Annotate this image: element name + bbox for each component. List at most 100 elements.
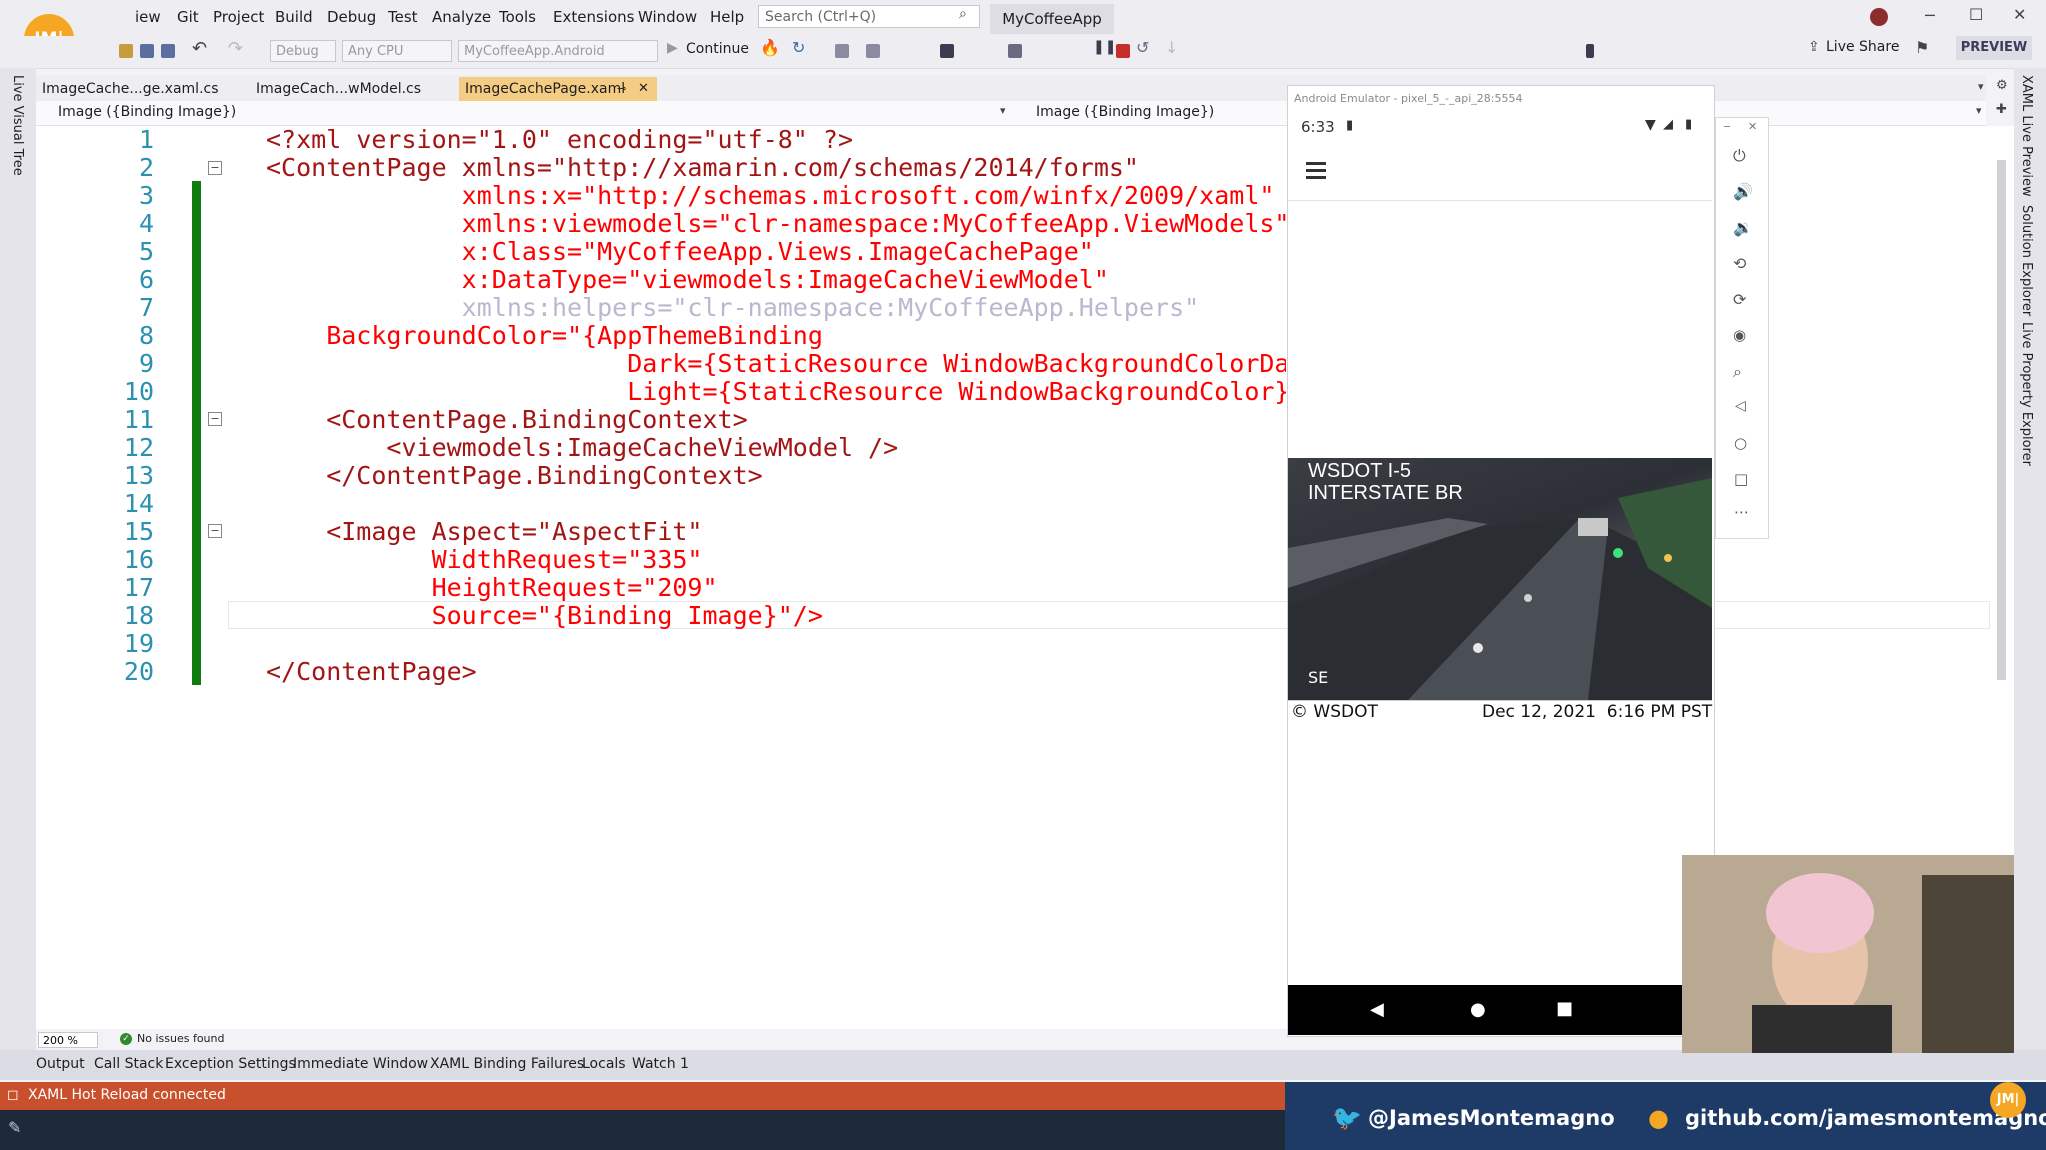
tab-watch-1[interactable]: Watch 1 — [632, 1056, 689, 1072]
editor-scrollbar[interactable] — [1997, 160, 2006, 680]
tab-imagecachepage-xaml[interactable]: ImageCachePage.xaml ⊸ ✕ — [459, 77, 657, 101]
feedback-icon[interactable]: ⚑ — [1915, 38, 1929, 57]
close-icon[interactable]: ✕ — [2013, 5, 2026, 24]
tab-locals[interactable]: Locals — [582, 1056, 626, 1072]
layout-icon[interactable] — [866, 44, 880, 58]
hot-reload-status[interactable]: XAML Hot Reload connected — [28, 1087, 226, 1103]
twitter-handle[interactable]: @JamesMontemagno — [1368, 1106, 1615, 1130]
hot-reload-icon[interactable]: 🔥 — [760, 38, 780, 57]
feedback-status-icon[interactable]: ✎ — [8, 1118, 21, 1137]
code-line[interactable]: 5 x:Class="MyCoffeeApp.Views.ImageCacheP… — [36, 238, 1286, 266]
menu-tools[interactable]: Tools — [499, 8, 536, 26]
live-share-icon[interactable]: ⇪ — [1808, 39, 1820, 55]
debug-window-icon[interactable] — [940, 44, 954, 58]
volume-down-icon[interactable]: 🔉 — [1733, 218, 1753, 237]
tab-immediate-window[interactable]: Immediate Window — [293, 1056, 428, 1072]
volume-up-icon[interactable]: 🔊 — [1733, 182, 1753, 201]
home-icon[interactable]: ● — [1470, 999, 1486, 1020]
close-icon[interactable]: ✕ — [1748, 120, 1757, 133]
menu-analyze[interactable]: Analyze — [432, 8, 491, 26]
zoom-icon[interactable]: ⌕ — [1733, 362, 1742, 382]
maximize-icon[interactable]: ☐ — [1969, 5, 1983, 24]
menu-extensions[interactable]: Extensions — [553, 8, 634, 26]
platform-select[interactable]: Any CPU — [342, 40, 452, 62]
startup-project-select[interactable]: MyCoffeeApp.Android — [458, 40, 658, 62]
live-visual-tree-tab[interactable]: Live Visual Tree — [10, 75, 25, 176]
stop-icon[interactable] — [1116, 44, 1130, 58]
preview-button[interactable]: PREVIEW — [1956, 36, 2032, 60]
zoom-select[interactable]: 200 % — [38, 1032, 98, 1048]
minimize-icon[interactable]: ─ — [1724, 122, 1730, 133]
menu-debug[interactable]: Debug — [327, 8, 376, 26]
search-input[interactable]: Search (Ctrl+Q) — [758, 5, 980, 28]
continue-button[interactable]: Continue — [686, 41, 749, 57]
element-selector-right[interactable]: Image ({Binding Image}) — [1036, 104, 1214, 120]
browser-link-icon[interactable] — [835, 44, 849, 58]
bookmark-icon[interactable] — [1586, 44, 1594, 58]
step-over-icon[interactable]: ↓ — [1165, 38, 1178, 57]
tab-exception-settings[interactable]: Exception Settings — [165, 1056, 296, 1072]
tab-xaml-binding-failures[interactable]: XAML Binding Failures — [430, 1056, 584, 1072]
menu-test[interactable]: Test — [388, 8, 418, 26]
rotate-right-icon[interactable]: ⟳ — [1733, 290, 1746, 309]
user-avatar-icon[interactable] — [1870, 8, 1888, 26]
home-icon[interactable]: ○ — [1734, 434, 1747, 452]
code-line[interactable]: 7 xmlns:helpers="clr-namespace:MyCoffeeA… — [36, 294, 1286, 322]
pin-icon[interactable]: ⊸ — [617, 77, 626, 101]
code-line[interactable]: 10 Light={StaticResource WindowBackgroun… — [36, 378, 1286, 406]
save-icon[interactable] — [140, 44, 154, 58]
menu-git[interactable]: Git — [177, 8, 199, 26]
minimize-icon[interactable]: ─ — [1925, 6, 1935, 25]
tab-overflow-icon[interactable]: ▾ — [1978, 80, 1984, 93]
continue-play-icon[interactable]: ▶ — [667, 40, 678, 56]
tab-call-stack[interactable]: Call Stack — [94, 1056, 163, 1072]
recents-icon[interactable]: ■ — [1556, 998, 1573, 1019]
overview-icon[interactable]: □ — [1734, 470, 1748, 488]
solution-explorer-tab[interactable]: Solution Explorer — [2019, 205, 2034, 316]
element-selector-left[interactable]: Image ({Binding Image}) — [58, 104, 236, 120]
code-line[interactable]: 15 <Image Aspect="AspectFit" — [36, 518, 1286, 546]
issues-status[interactable]: No issues found — [137, 1032, 224, 1045]
tab-imagecache-xaml-cs[interactable]: ImageCache...ge.xaml.cs — [36, 77, 246, 101]
code-line[interactable]: 18 Source="{Binding Image}"/> — [36, 602, 1286, 630]
chevron-down-icon[interactable]: ▾ — [1976, 104, 1982, 117]
back-icon[interactable]: ◁ — [1735, 398, 1746, 414]
restart-icon[interactable]: ↺ — [1136, 38, 1149, 57]
code-line[interactable]: 20 </ContentPage> — [36, 658, 1286, 686]
undo-icon[interactable]: ↶ — [192, 38, 207, 59]
back-icon[interactable]: ◀ — [1370, 999, 1384, 1020]
live-share-button[interactable]: Live Share — [1826, 39, 1899, 55]
code-line[interactable]: 11 <ContentPage.BindingContext> — [36, 406, 1286, 434]
device-icon[interactable] — [1008, 44, 1022, 58]
menu-help[interactable]: Help — [710, 8, 744, 26]
menu-build[interactable]: Build — [275, 8, 313, 26]
code-line[interactable]: 2 <ContentPage xmlns="http://xamarin.com/… — [36, 154, 1286, 182]
live-property-explorer-tab[interactable]: Live Property Explorer — [2019, 322, 2034, 466]
code-line[interactable]: 4 xmlns:viewmodels="clr-namespace:MyCoff… — [36, 210, 1286, 238]
code-line[interactable]: 14 — [36, 490, 1286, 518]
split-icon[interactable]: ✚ — [1996, 102, 2007, 117]
code-line[interactable]: 17 HeightRequest="209" — [36, 574, 1286, 602]
code-line[interactable]: 6 x:DataType="viewmodels:ImageCacheViewM… — [36, 266, 1286, 294]
configuration-select[interactable]: Debug — [270, 40, 336, 62]
code-line[interactable]: 9 Dark={StaticResource WindowBackgroundC… — [36, 350, 1286, 378]
rotate-left-icon[interactable]: ⟲ — [1733, 254, 1746, 273]
tab-close-icon[interactable]: ✕ — [638, 77, 649, 101]
tab-imagecache-viewmodel[interactable]: ImageCach...wModel.cs — [250, 77, 455, 101]
code-line[interactable]: 12 <viewmodels:ImageCacheViewModel /> — [36, 434, 1286, 462]
code-line[interactable]: 8 BackgroundColor="{AppThemeBinding — [36, 322, 1286, 350]
menu-view[interactable]: iew — [135, 8, 161, 26]
settings-gear-icon[interactable]: ⚙ — [1996, 78, 2008, 93]
code-line[interactable]: 16 WidthRequest="335" — [36, 546, 1286, 574]
menu-window[interactable]: Window — [638, 8, 697, 26]
pause-icon[interactable]: ❚❚ — [1093, 39, 1116, 55]
code-line[interactable]: 1 <?xml version="1.0" encoding="utf-8" ?> — [36, 126, 1286, 154]
code-line[interactable]: 19 — [36, 630, 1286, 658]
xaml-live-preview-tab[interactable]: XAML Live Preview — [2019, 75, 2034, 197]
redo-icon[interactable]: ↷ — [228, 38, 243, 59]
save-all-icon[interactable] — [161, 44, 175, 58]
code-line[interactable]: 13 </ContentPage.BindingContext> — [36, 462, 1286, 490]
menu-project[interactable]: Project — [213, 8, 264, 26]
code-line[interactable]: 3 xmlns:x="http://schemas.microsoft.com/… — [36, 182, 1286, 210]
refresh-icon[interactable]: ↻ — [792, 38, 805, 57]
